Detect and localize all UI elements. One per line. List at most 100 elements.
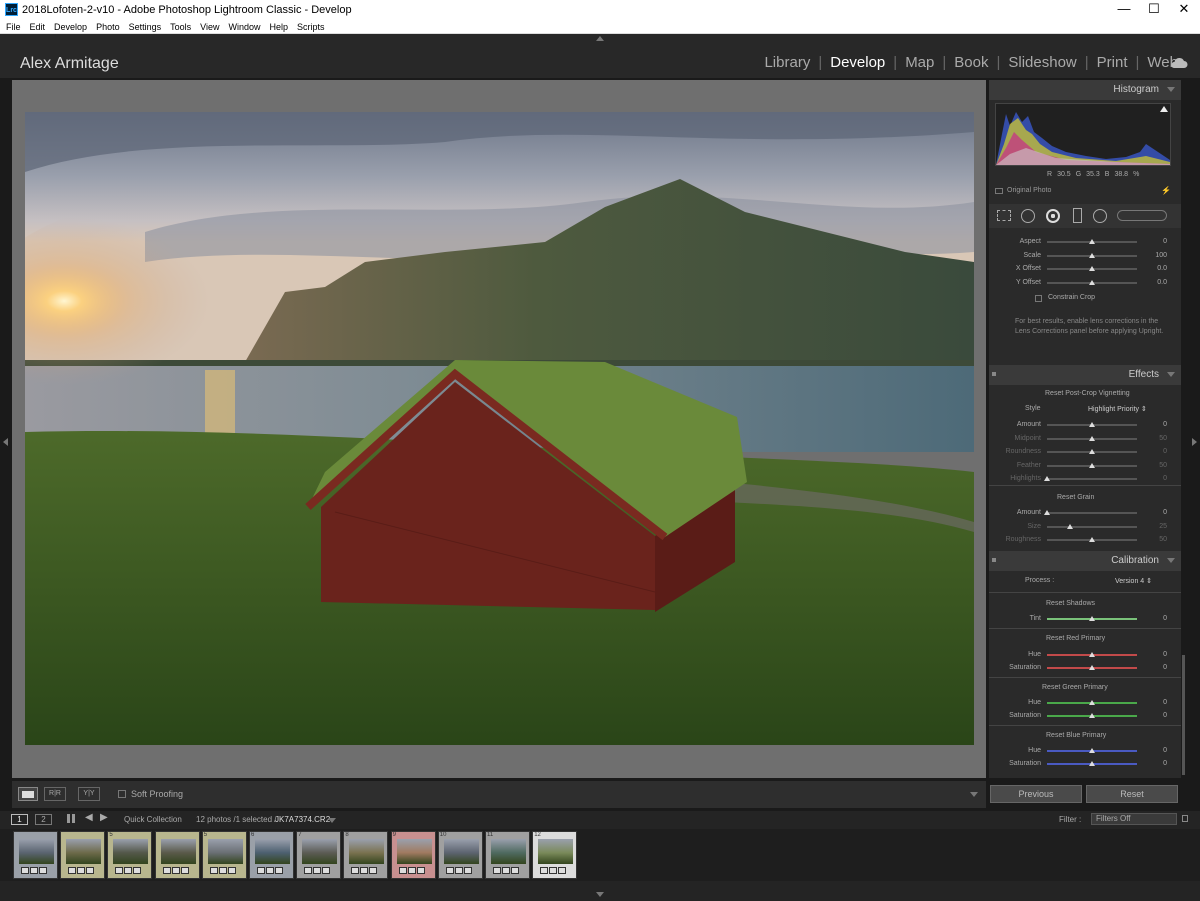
soft-proofing-checkbox[interactable] bbox=[118, 790, 126, 798]
blue-saturation-slider-knob[interactable] bbox=[1089, 761, 1095, 766]
module-develop[interactable]: Develop bbox=[822, 54, 893, 71]
menu-item-window[interactable]: Window bbox=[229, 22, 261, 32]
menu-item-help[interactable]: Help bbox=[270, 22, 289, 32]
highlight-clipping-icon[interactable] bbox=[1160, 106, 1168, 112]
module-slideshow[interactable]: Slideshow bbox=[1000, 54, 1084, 71]
module-map[interactable]: Map bbox=[897, 54, 942, 71]
vignette-highlights-slider[interactable] bbox=[1047, 478, 1137, 480]
filter-lock-icon[interactable] bbox=[1182, 815, 1188, 822]
red-hue-slider-knob[interactable] bbox=[1089, 652, 1095, 657]
grain-size-value[interactable]: 25 bbox=[1147, 523, 1167, 530]
blue-primary-header[interactable]: Reset Blue Primary bbox=[1046, 732, 1106, 739]
transform-y-offset-slider-knob[interactable] bbox=[1089, 279, 1095, 285]
menu-item-view[interactable]: View bbox=[200, 22, 219, 32]
red-primary-header[interactable]: Reset Red Primary bbox=[1046, 635, 1105, 642]
grain-amount-slider-knob[interactable] bbox=[1044, 510, 1050, 515]
spot-removal-icon[interactable] bbox=[1021, 209, 1035, 223]
blue-saturation-value[interactable]: 0 bbox=[1147, 760, 1167, 767]
shadows-header[interactable]: Reset Shadows bbox=[1046, 600, 1095, 607]
red-eye-icon[interactable] bbox=[1046, 209, 1060, 223]
vignette-midpoint-slider-knob[interactable] bbox=[1089, 435, 1095, 441]
transform-x-offset-slider-knob[interactable] bbox=[1089, 266, 1095, 271]
main-photo[interactable] bbox=[25, 112, 974, 745]
filmstrip-thumbnail[interactable]: 9 bbox=[390, 831, 436, 879]
primary-window-button[interactable]: 1 bbox=[11, 814, 28, 825]
vignette-feather-value[interactable]: 50 bbox=[1147, 462, 1167, 469]
filmstrip-thumbnail[interactable]: 8 bbox=[343, 831, 389, 879]
blue-hue-slider-knob[interactable] bbox=[1089, 748, 1095, 753]
green-hue-slider-knob[interactable] bbox=[1089, 700, 1095, 705]
right-panel-scrollbar[interactable] bbox=[1182, 655, 1185, 775]
back-arrow-icon[interactable]: ◀ bbox=[85, 812, 93, 823]
filter-select[interactable]: Filters Off bbox=[1091, 813, 1177, 825]
blue-hue-value[interactable]: 0 bbox=[1147, 747, 1167, 754]
panel-switch-icon[interactable] bbox=[992, 372, 996, 376]
secondary-window-button[interactable]: 2 bbox=[35, 814, 52, 825]
transform-aspect-slider-knob[interactable] bbox=[1089, 239, 1095, 244]
vignette-midpoint-value[interactable]: 50 bbox=[1147, 435, 1167, 442]
vignette-amount-slider-knob[interactable] bbox=[1089, 422, 1095, 427]
transform-scale-value[interactable]: 100 bbox=[1147, 252, 1167, 259]
menu-item-photo[interactable]: Photo bbox=[96, 22, 120, 32]
transform-scale-slider-knob[interactable] bbox=[1089, 252, 1095, 258]
vignette-roundness-value[interactable]: 0 bbox=[1147, 448, 1167, 455]
grid-view-icon[interactable] bbox=[67, 814, 76, 823]
filmstrip-thumbnail[interactable]: 11 bbox=[485, 831, 530, 879]
filename-menu-icon[interactable] bbox=[328, 818, 336, 823]
filmstrip-thumbnail[interactable] bbox=[60, 831, 106, 879]
filmstrip-thumbnail[interactable]: 10 bbox=[437, 831, 483, 879]
grain-amount-slider[interactable] bbox=[1047, 512, 1137, 514]
filmstrip-thumbnail[interactable]: 7 bbox=[296, 831, 342, 879]
menu-item-tools[interactable]: Tools bbox=[170, 22, 191, 32]
radial-filter-icon[interactable] bbox=[1093, 209, 1107, 223]
menu-item-develop[interactable]: Develop bbox=[54, 22, 87, 32]
transform-x-offset-value[interactable]: 0.0 bbox=[1147, 265, 1167, 272]
right-panel-toggle-icon[interactable] bbox=[1192, 438, 1197, 446]
cloud-icon[interactable] bbox=[1170, 57, 1188, 69]
grain-roughness-value[interactable]: 50 bbox=[1147, 536, 1167, 543]
green-primary-header[interactable]: Reset Green Primary bbox=[1042, 684, 1108, 691]
post-crop-vignetting-header[interactable]: Reset Post-Crop Vignetting bbox=[1045, 390, 1130, 397]
filmstrip-thumbnail[interactable]: 5 bbox=[107, 831, 153, 879]
previous-button[interactable]: Previous bbox=[990, 785, 1082, 803]
red-hue-value[interactable]: 0 bbox=[1147, 651, 1167, 658]
grain-roughness-slider-knob[interactable] bbox=[1089, 537, 1095, 542]
style-select[interactable]: Highlight Priority ⇕ bbox=[1088, 405, 1147, 413]
reset-button[interactable]: Reset bbox=[1086, 785, 1178, 803]
transform-aspect-value[interactable]: 0 bbox=[1147, 238, 1167, 245]
left-panel-toggle-icon[interactable] bbox=[3, 438, 8, 446]
grain-header[interactable]: Reset Grain bbox=[1057, 494, 1094, 501]
green-saturation-slider-knob[interactable] bbox=[1089, 713, 1095, 718]
maximize-button[interactable]: ☐ bbox=[1139, 1, 1169, 17]
vignette-roundness-slider-knob[interactable] bbox=[1089, 449, 1095, 454]
green-saturation-value[interactable]: 0 bbox=[1147, 712, 1167, 719]
filmstrip-thumbnail[interactable]: 12 bbox=[532, 831, 578, 879]
grain-amount-value[interactable]: 0 bbox=[1147, 509, 1167, 516]
module-library[interactable]: Library bbox=[756, 54, 818, 71]
menu-item-file[interactable]: File bbox=[6, 22, 21, 32]
process-select[interactable]: Version 4 ⇕ bbox=[1115, 577, 1152, 585]
toolbar-menu-icon[interactable] bbox=[970, 792, 978, 797]
shadows-tint-slider-knob[interactable] bbox=[1089, 616, 1095, 621]
grain-size-slider[interactable] bbox=[1047, 525, 1137, 528]
top-panel-toggle-icon[interactable] bbox=[596, 36, 604, 41]
forward-arrow-icon[interactable]: ▶ bbox=[100, 812, 108, 823]
filmstrip-thumbnail[interactable]: 5 bbox=[201, 831, 247, 879]
before-after-button[interactable]: R|R bbox=[44, 787, 66, 801]
histogram-header[interactable]: Histogram bbox=[989, 80, 1181, 100]
module-book[interactable]: Book bbox=[946, 54, 996, 71]
vignette-amount-value[interactable]: 0 bbox=[1147, 421, 1167, 428]
close-button[interactable]: ✕ bbox=[1169, 1, 1199, 17]
filmstrip-thumbnail[interactable]: 6 bbox=[249, 831, 294, 879]
transform-y-offset-value[interactable]: 0.0 bbox=[1147, 279, 1167, 286]
selected-filename[interactable]: JK7A7374.CR2 bbox=[275, 815, 330, 824]
histogram-graph[interactable] bbox=[995, 103, 1171, 166]
source-label[interactable]: Quick Collection bbox=[124, 815, 182, 824]
minimize-button[interactable]: — bbox=[1109, 1, 1139, 16]
effects-header[interactable]: Effects bbox=[989, 365, 1181, 385]
vignette-highlights-value[interactable]: 0 bbox=[1147, 475, 1167, 482]
crop-overlay-icon[interactable] bbox=[997, 210, 1011, 221]
grain-size-slider-knob[interactable] bbox=[1066, 523, 1073, 529]
graduated-filter-icon[interactable] bbox=[1073, 208, 1082, 223]
loupe-view-button[interactable] bbox=[18, 787, 38, 801]
